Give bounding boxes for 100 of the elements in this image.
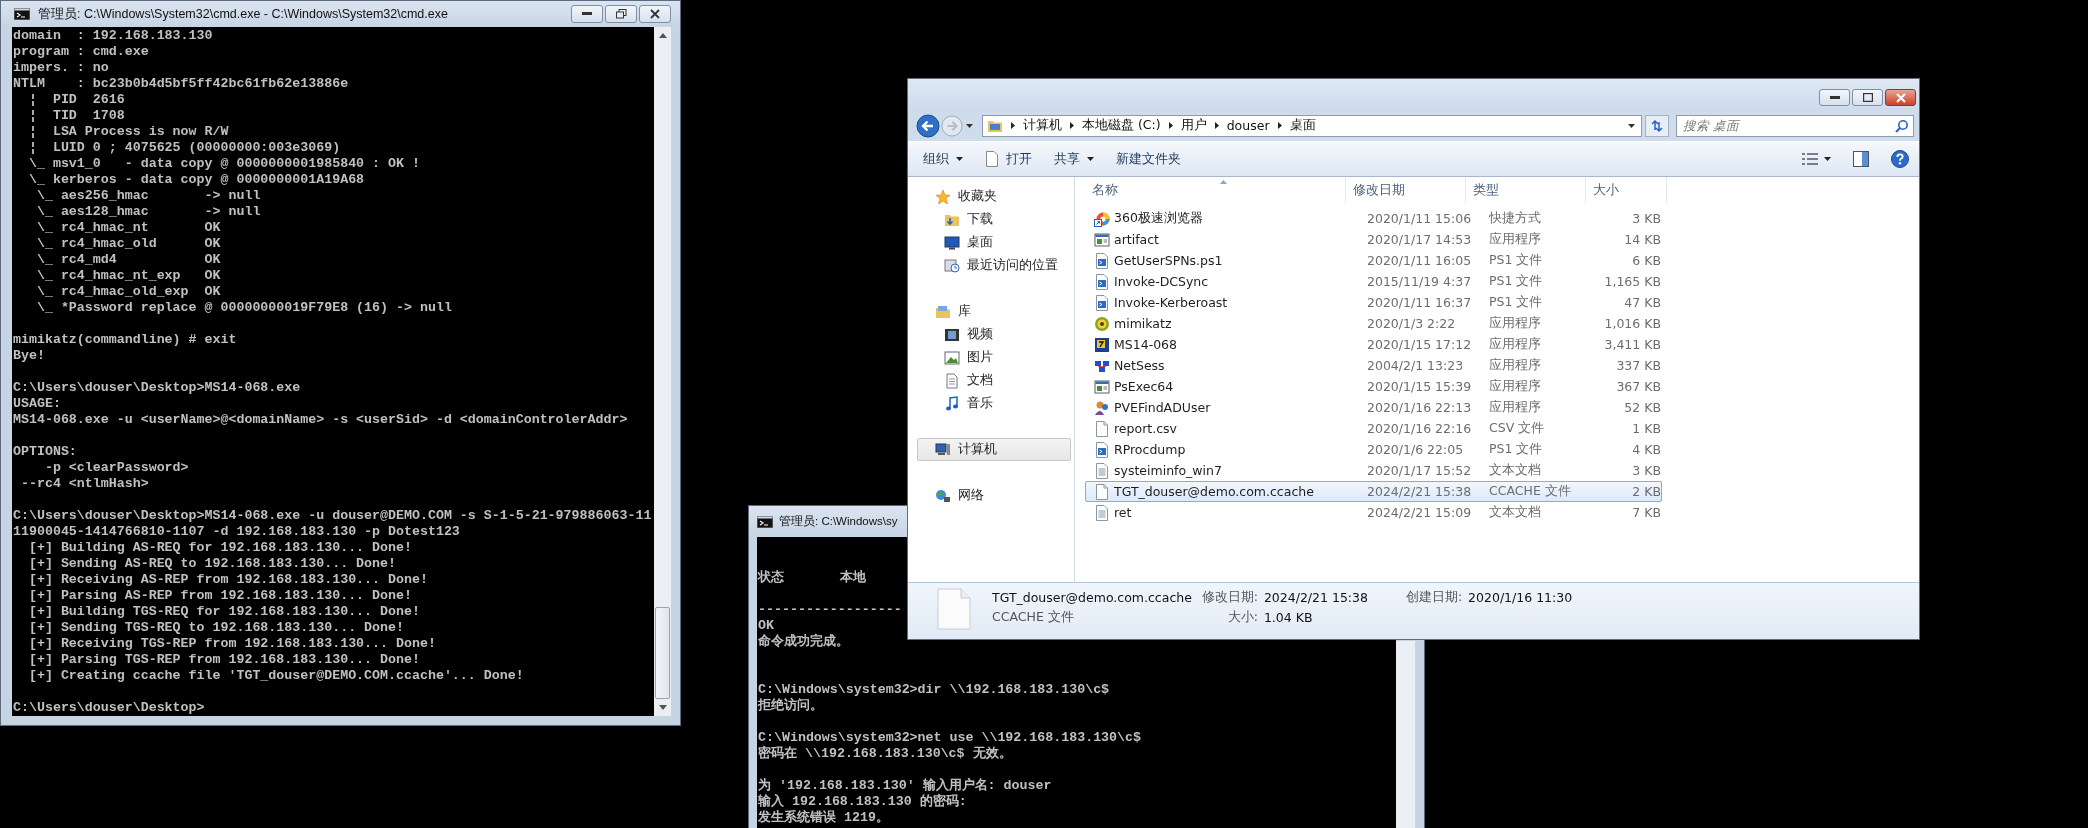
console-line: OPTIONS: — [13, 444, 77, 460]
sidebar-item[interactable]: 图片 — [917, 346, 1071, 369]
column-header[interactable]: 修改日期 — [1346, 177, 1466, 203]
sidebar-item[interactable]: 视频 — [917, 323, 1071, 346]
console-line: domain : 192.168.183.130 — [13, 28, 213, 44]
sidebar-item[interactable]: 桌面 — [917, 231, 1071, 254]
file-row[interactable]: Invoke-DCSync 2015/11/19 4:37 PS1 文件 1,165 KB — [1085, 271, 1662, 292]
maximize-button[interactable] — [1852, 89, 1883, 106]
close-icon — [1895, 92, 1906, 103]
toolbar-button[interactable]: 组织 — [923, 150, 963, 168]
toolbar-button[interactable]: 共享 — [1054, 150, 1094, 168]
console-line: 拒绝访问。 — [758, 698, 823, 714]
close-button[interactable] — [1885, 89, 1916, 106]
console-icon — [757, 515, 773, 528]
file-name: artifact — [1114, 232, 1159, 247]
console-line: [+] Parsing TGS-REP from 192.168.183.130... Done! — [27, 652, 420, 668]
console-line: \_ aes128_hmac -> null — [35, 204, 261, 220]
file-row[interactable]: artifact 2020/1/17 14:53 应用程序 14 KB — [1085, 229, 1662, 250]
scroll-down-icon[interactable] — [658, 705, 667, 710]
file-name: TGT_douser@demo.com.ccache — [1114, 484, 1314, 499]
file-row[interactable]: NetSess 2004/2/1 13:23 应用程序 337 KB — [1085, 355, 1662, 376]
file-size: 6 KB — [1632, 253, 1661, 268]
breadcrumb-item[interactable]: 用户 — [1180, 117, 1207, 134]
sidebar-item[interactable]: 音乐 — [917, 392, 1071, 415]
breadcrumb-item[interactable]: douser — [1226, 118, 1270, 133]
file-row[interactable]: systeiminfo_win7 2020/1/17 15:52 文本文档 3 KB — [1085, 460, 1662, 481]
file-row[interactable]: Invoke-Kerberoast 2020/1/11 16:37 PS1 文件 47 KB — [1085, 292, 1662, 313]
file-name: PsExec64 — [1114, 379, 1174, 394]
minimize-button[interactable] — [1819, 89, 1850, 106]
modified-date: 2020/1/17 14:53 — [1367, 232, 1472, 247]
star-icon — [935, 188, 951, 205]
caret-icon[interactable] — [966, 123, 973, 128]
console-line: ¦ TID 1708 — [27, 108, 125, 124]
console-line: 状态 本地 — [758, 570, 866, 586]
breadcrumb-item[interactable]: 本地磁盘 (C:) — [1082, 117, 1161, 134]
sidebar-item[interactable]: 收藏夹 — [917, 185, 1071, 208]
file-name: report.csv — [1114, 421, 1177, 436]
search-icon — [1895, 118, 1909, 133]
toolbar-button[interactable]: 打开 — [985, 150, 1032, 168]
preview-pane-button[interactable] — [1853, 151, 1869, 167]
console-line: \_ rc4_md4 OK — [35, 252, 221, 268]
caret-icon[interactable] — [1628, 123, 1635, 128]
file-type: 应用程序 — [1489, 231, 1541, 248]
console-line: [+] Parsing AS-REP from 192.168.183.130... Done! — [27, 588, 412, 604]
console-line: Bye! — [13, 348, 45, 364]
view-options-button[interactable] — [1802, 152, 1818, 166]
console-line: \_ rc4_hmac_old_exp OK — [35, 284, 221, 300]
back-button[interactable] — [916, 113, 940, 138]
file-row[interactable]: ret 2024/2/21 15:09 文本文档 7 KB — [1085, 502, 1662, 523]
restore-icon — [615, 9, 627, 19]
breadcrumb-item[interactable]: 桌面 — [1289, 117, 1316, 134]
minimize-button[interactable] — [571, 5, 603, 23]
file-row[interactable]: TGT_douser@demo.com.ccache 2024/2/21 15:38 CCACHE 文件 2 KB — [1085, 481, 1662, 502]
column-header[interactable]: 大小 — [1586, 177, 1667, 203]
details-label: 创建日期: — [1405, 589, 1463, 606]
close-button[interactable] — [639, 5, 671, 23]
scroll-thumb[interactable] — [655, 607, 670, 699]
minimize-icon — [582, 12, 592, 16]
sidebar-item[interactable]: 最近访问的位置 — [917, 254, 1071, 277]
breadcrumb-item[interactable]: 计算机 — [1023, 117, 1062, 134]
file-row[interactable]: PsExec64 2020/1/15 15:39 应用程序 367 KB — [1085, 376, 1662, 397]
sidebar-item[interactable]: 库 — [917, 300, 1071, 323]
search-field[interactable]: 搜索 桌面 — [1676, 114, 1914, 137]
console-line: [+] Building AS-REQ for 192.168.183.130... Done! — [27, 540, 412, 556]
file-row[interactable]: report.csv 2020/1/16 22:16 CSV 文件 1 KB — [1085, 418, 1662, 439]
file-name: ret — [1114, 505, 1132, 520]
file-row[interactable]: RProcdump 2020/1/6 22:05 PS1 文件 4 KB — [1085, 439, 1662, 460]
picture-icon — [944, 349, 960, 366]
console-line: MS14-068.exe -u <userName>@<domainName> -s <userSid> -d <domainControlerAddr> — [13, 412, 628, 428]
console-line: \_ rc4_hmac_nt OK — [35, 220, 221, 236]
file-type: 应用程序 — [1489, 315, 1541, 332]
column-header[interactable]: 类型 — [1466, 177, 1586, 203]
scrollbar[interactable] — [654, 27, 671, 716]
file-row[interactable]: MS14-068 2020/1/15 17:12 应用程序 3,411 KB — [1085, 334, 1662, 355]
refresh-button[interactable] — [1645, 114, 1669, 137]
console-line: 发生系统错误 1219。 — [758, 810, 889, 826]
sidebar-item[interactable]: 网络 — [917, 484, 1071, 507]
address-bar[interactable]: 计算机 本地磁盘 (C:) 用户 douser 桌面 — [982, 114, 1642, 137]
scrollbar[interactable] — [1396, 641, 1415, 828]
file-row[interactable]: 360极速浏览器 2020/1/11 15:06 快捷方式 3 KB — [1085, 208, 1662, 229]
file-size: 3,411 KB — [1604, 337, 1661, 352]
sidebar-item[interactable]: 计算机 — [917, 438, 1071, 461]
console-line: 密码在 \\192.168.183.130\c$ 无效。 — [758, 746, 1012, 762]
file-row[interactable]: mimikatz 2020/1/3 2:22 应用程序 1,016 KB — [1085, 313, 1662, 334]
file-name: 360极速浏览器 — [1114, 210, 1203, 227]
file-type: 应用程序 — [1489, 399, 1541, 416]
help-button[interactable] — [1891, 150, 1909, 168]
caret-icon[interactable] — [1824, 157, 1831, 161]
file-row[interactable]: PVEFindADUser 2020/1/16 22:13 应用程序 52 KB — [1085, 397, 1662, 418]
modified-date: 2015/11/19 4:37 — [1367, 274, 1472, 289]
file-row[interactable]: GetUserSPNs.ps1 2020/1/11 16:05 PS1 文件 6 KB — [1085, 250, 1662, 271]
document-icon — [944, 372, 960, 389]
scroll-up-icon[interactable] — [658, 33, 667, 38]
restore-button[interactable] — [605, 5, 637, 23]
sort-arrow-icon — [1220, 180, 1227, 184]
toolbar-button[interactable]: 新建文件夹 — [1116, 150, 1181, 168]
sidebar-item[interactable]: 下载 — [917, 208, 1071, 231]
file-type: 快捷方式 — [1489, 210, 1541, 227]
sidebar-item[interactable]: 文档 — [917, 369, 1071, 392]
console-line: C:\Users\douser\Desktop> — [13, 700, 205, 716]
